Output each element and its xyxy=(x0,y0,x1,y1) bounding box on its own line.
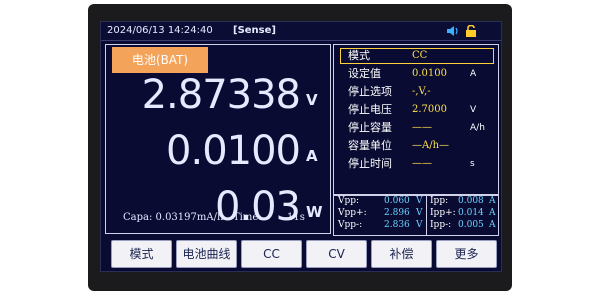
ripple-measurements: Vpp: 0.060 V Vpp+: 2.896 V Vpp-: 2.836 V… xyxy=(333,194,499,236)
current-readout: 0.0100 xyxy=(166,128,301,174)
voltage-readout: 2.87338 xyxy=(141,72,301,118)
current-unit: A xyxy=(306,147,318,165)
setting-unit: A xyxy=(470,69,477,79)
vpp-plus-unit: V xyxy=(416,208,423,218)
capacity-text: Capa: 0.03197mA/h xyxy=(123,212,224,223)
setting-value[interactable]: —— xyxy=(412,157,432,171)
setting-label: 停止选项 xyxy=(348,85,392,98)
setting-value[interactable]: —A/h— xyxy=(412,139,449,153)
setting-label: 设定值 xyxy=(348,67,381,80)
ipp-value: 0.008 xyxy=(458,196,484,206)
setting-label: 容量单位 xyxy=(348,139,392,152)
status-bar: 2024/06/13 14:24:40 [Sense] xyxy=(101,22,501,41)
softkey-cc[interactable]: CC xyxy=(241,240,302,268)
vpp-minus-value: 2.836 xyxy=(384,220,410,230)
ipp-plus-label: Ipp+: xyxy=(430,208,456,218)
mode-label: 模式 xyxy=(348,49,370,62)
time-value: 11s xyxy=(287,212,305,223)
vpp-value: 0.060 xyxy=(384,196,410,206)
vpp-minus-label: Vpp-: xyxy=(338,220,363,230)
softkey-mode[interactable]: 模式 xyxy=(111,240,172,268)
vpp-plus-value: 2.896 xyxy=(384,208,410,218)
vpp-minus-unit: V xyxy=(416,220,423,230)
lock-icon xyxy=(466,25,476,37)
setting-unit: s xyxy=(470,159,475,169)
datetime-text: 2024/06/13 14:24:40 xyxy=(107,25,213,36)
speaker-icon xyxy=(447,26,458,36)
mode-value: CC xyxy=(412,50,428,61)
power-unit: W xyxy=(306,203,323,221)
softkey-cv[interactable]: CV xyxy=(306,240,367,268)
ipp-unit: A xyxy=(489,196,496,206)
setting-value[interactable]: -,V,- xyxy=(412,85,431,99)
setting-value[interactable]: 2.7000 xyxy=(412,103,447,117)
time-label: Time: xyxy=(233,212,262,223)
ipp-plus-value: 0.014 xyxy=(458,208,484,218)
ipp-plus-unit: A xyxy=(489,208,496,218)
setting-unit: V xyxy=(470,105,477,115)
softkey-compensation[interactable]: 补偿 xyxy=(371,240,432,268)
softkey-battery-curve[interactable]: 电池曲线 xyxy=(176,240,237,268)
softkey-more[interactable]: 更多 xyxy=(436,240,497,268)
softkey-bar: 模式 电池曲线 CC CV 补偿 更多 xyxy=(101,239,501,269)
ipp-label: Ipp: xyxy=(430,196,449,206)
divider xyxy=(426,195,427,235)
setting-label: 停止容量 xyxy=(348,121,392,134)
vpp-unit: V xyxy=(416,196,423,206)
setting-unit: A/h xyxy=(470,123,485,133)
ipp-minus-unit: A xyxy=(489,220,496,230)
ipp-minus-value: 0.005 xyxy=(458,220,484,230)
vpp-plus-label: Vpp+: xyxy=(338,208,367,218)
voltage-unit: V xyxy=(306,91,318,109)
ipp-minus-label: Ipp-: xyxy=(430,220,452,230)
battery-mode-tab[interactable]: 电池(BAT) xyxy=(112,47,208,73)
instrument-screen: 2024/06/13 14:24:40 [Sense] 电池(BAT) 2.87… xyxy=(100,21,502,272)
vpp-label: Vpp: xyxy=(338,196,360,206)
setting-label: 停止电压 xyxy=(348,103,392,116)
setting-value[interactable]: —— xyxy=(412,121,432,135)
settings-panel: 模式 CC 设定值 0.0100 A 停止选项 -,V,- 停止电压 2.700… xyxy=(333,44,499,196)
setting-value[interactable]: 0.0100 xyxy=(412,67,447,81)
readout-panel: 电池(BAT) 2.87338 V 0.0100 A 0.03 W xyxy=(105,44,331,234)
sense-indicator: [Sense] xyxy=(233,25,276,36)
setting-label: 停止时间 xyxy=(348,157,392,170)
